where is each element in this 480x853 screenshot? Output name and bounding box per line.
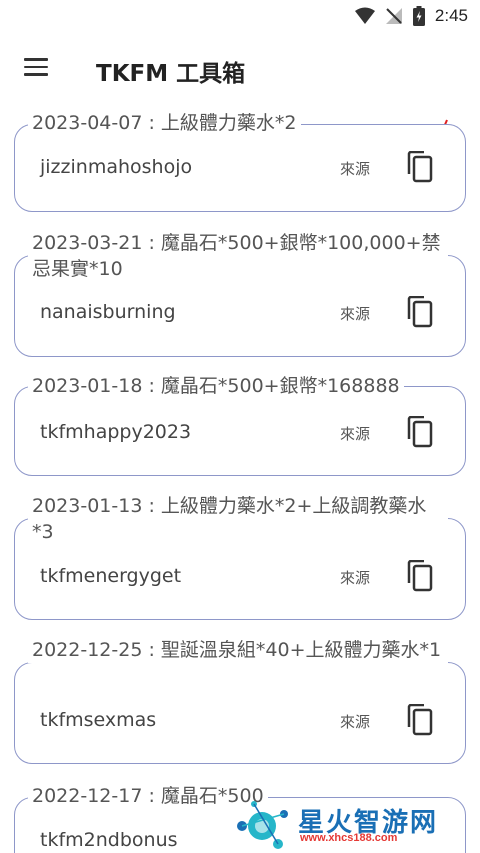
status-time: 2:45 (434, 6, 468, 25)
menu-icon[interactable] (24, 58, 50, 78)
copy-icon[interactable] (406, 296, 434, 328)
redeem-code: tkfmenergyget (40, 565, 182, 587)
no-signal-icon (385, 8, 402, 24)
source-link[interactable]: 來源 (340, 303, 370, 324)
card-date-reward: 2023-04-07 : 上級體力藥水*2 (28, 110, 301, 136)
watermark: 星火智游网 www.xhcs188.com (232, 796, 480, 853)
source-link[interactable]: 來源 (340, 711, 370, 732)
app-bar: TKFM 工具箱 (0, 34, 480, 104)
redeem-code: tkfmsexmas (40, 709, 157, 731)
source-link[interactable]: 來源 (340, 423, 370, 444)
card-date-reward: 2023-03-21 : 魔晶石*500+銀幣*100,000+禁忌果實*10 (28, 230, 448, 282)
source-link[interactable]: 來源 (340, 158, 370, 179)
watermark-url: www.xhcs188.com (300, 832, 398, 844)
copy-icon[interactable] (406, 560, 434, 592)
battery-charging-icon (412, 6, 425, 26)
copy-icon[interactable] (406, 416, 434, 448)
redeem-code: tkfmhappy2023 (40, 421, 192, 443)
copy-icon[interactable] (406, 151, 434, 183)
card-date-reward: 2022-12-25 : 聖誕溫泉組*40+上級體力藥水*1 (28, 637, 448, 663)
redeem-code: jizzinmahoshojo (40, 156, 193, 178)
redeem-code: tkfm2ndbonus (40, 829, 178, 851)
wifi-icon (354, 7, 375, 24)
source-link[interactable]: 來源 (340, 567, 370, 588)
copy-icon[interactable] (406, 704, 434, 736)
card-date-reward: 2023-01-13 : 上級體力藥水*2+上級調教藥水*3 (28, 493, 448, 545)
page-title: TKFM 工具箱 (96, 61, 246, 87)
watermark-logo-icon (237, 801, 288, 849)
redeem-code: nanaisburning (40, 301, 176, 323)
status-bar: 2:45 (0, 0, 480, 34)
card-date-reward: 2023-01-18 : 魔晶石*500+銀幣*168888 (28, 373, 404, 399)
